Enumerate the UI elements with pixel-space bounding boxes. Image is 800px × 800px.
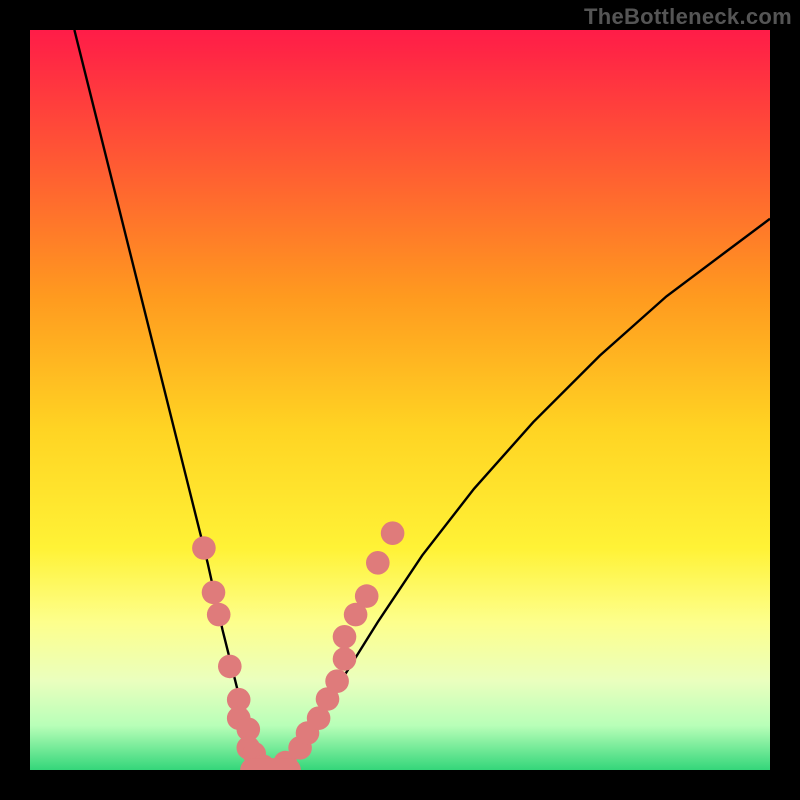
chart-svg bbox=[30, 30, 770, 770]
scatter-right-dot bbox=[366, 551, 390, 575]
chart-frame: TheBottleneck.com bbox=[0, 0, 800, 800]
plot-area bbox=[30, 30, 770, 770]
scatter-left-dot bbox=[207, 603, 231, 627]
scatter-right-dot bbox=[333, 647, 357, 671]
scatter-left-dot bbox=[218, 655, 242, 679]
scatter-right-dot bbox=[333, 625, 357, 649]
scatter-left-dot bbox=[202, 581, 226, 605]
scatter-left-dot bbox=[192, 536, 216, 560]
scatter-right-dot bbox=[355, 584, 379, 608]
scatter-right-dot bbox=[381, 521, 405, 545]
watermark-text: TheBottleneck.com bbox=[584, 4, 792, 30]
scatter-right-dot bbox=[325, 669, 349, 693]
curve-left bbox=[74, 30, 268, 770]
